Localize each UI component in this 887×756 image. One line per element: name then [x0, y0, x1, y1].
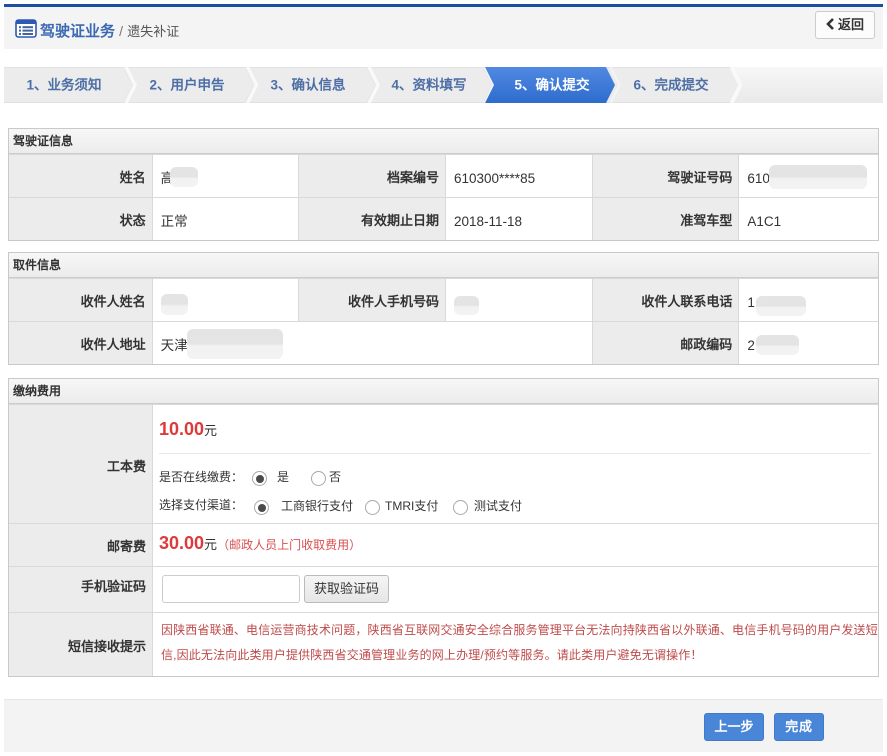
- svg-text:3、确认信息: 3、确认信息: [270, 77, 346, 93]
- svg-text:5、确认提交: 5、确认提交: [514, 77, 590, 93]
- svg-text:1、业务须知: 1、业务须知: [26, 77, 101, 93]
- svg-text:4、资料填写: 4、资料填写: [391, 77, 466, 93]
- svg-text:2、用户申告: 2、用户申告: [149, 77, 224, 93]
- svg-text:6、完成提交: 6、完成提交: [633, 77, 709, 93]
